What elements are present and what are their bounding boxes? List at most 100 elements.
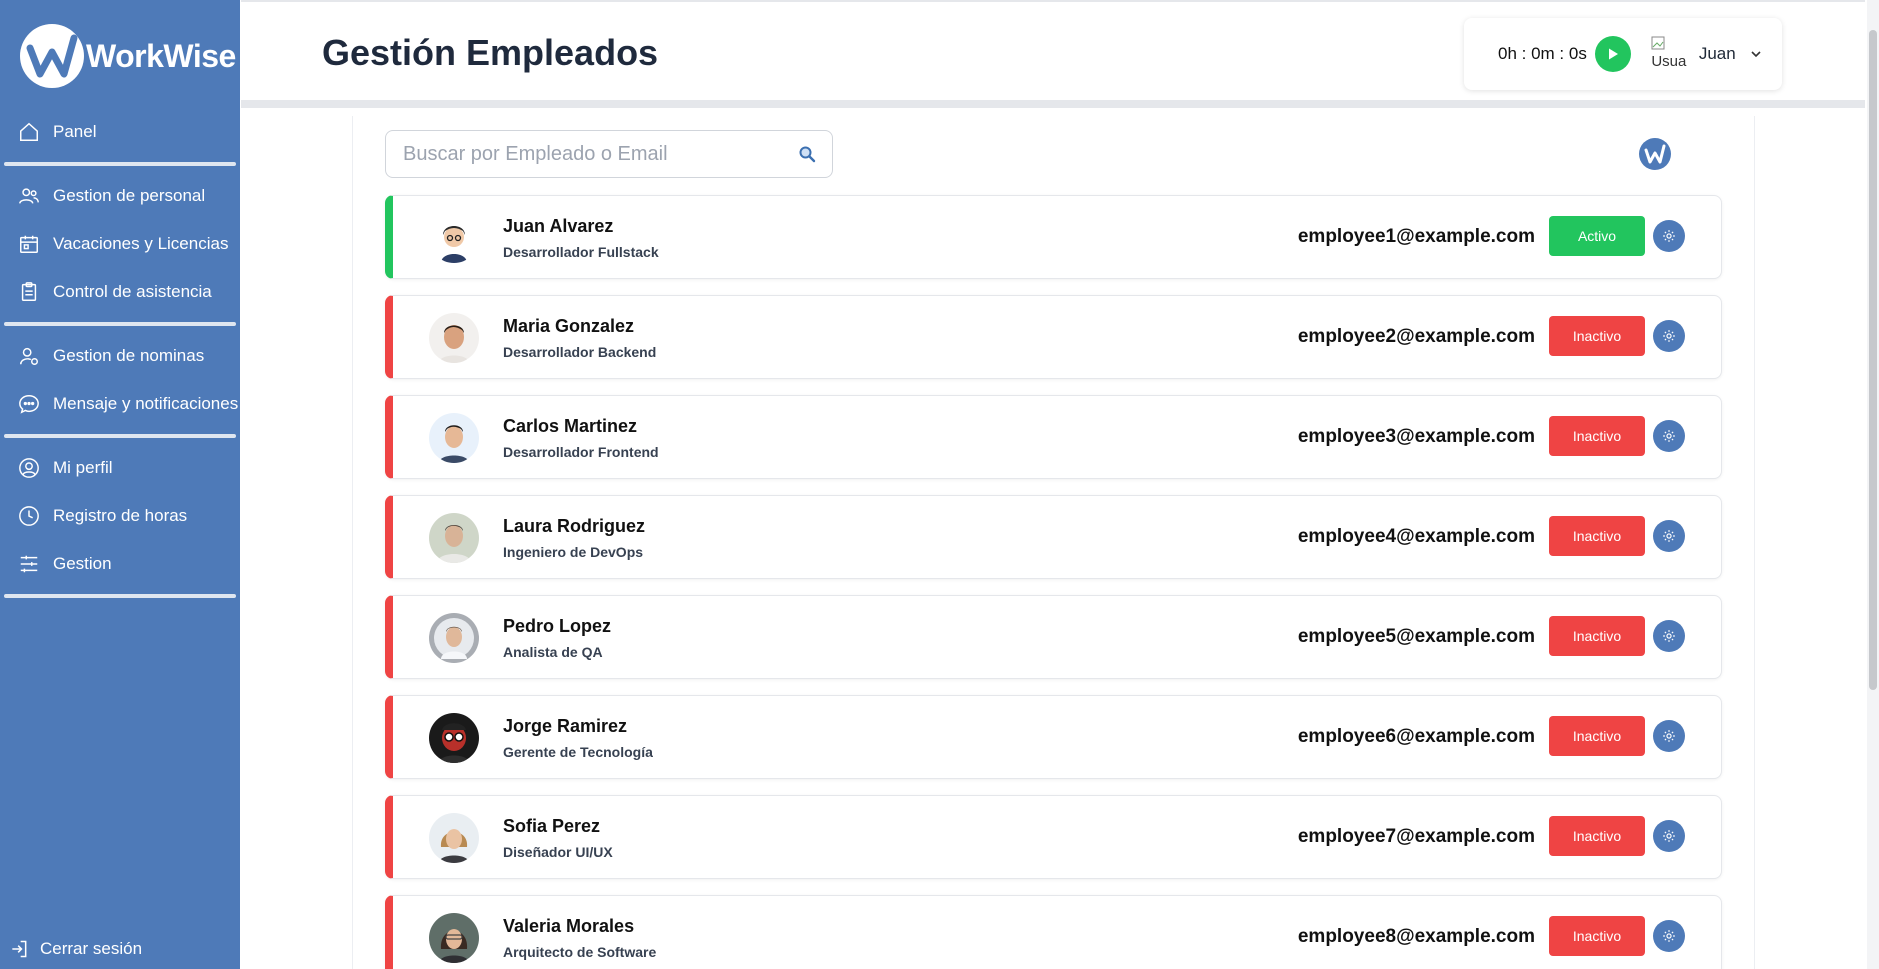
sidebar-item-perfil[interactable]: Mi perfil — [0, 444, 240, 492]
employee-name: Juan Alvarez — [503, 216, 614, 236]
clipboard-icon — [17, 280, 41, 304]
employee-name: Laura Rodriguez — [503, 516, 646, 536]
sidebar-item-personal[interactable]: Gestion de personal — [0, 172, 240, 220]
sidebar-item-nominas[interactable]: Gestion de nominas — [0, 332, 240, 380]
clock-icon — [17, 504, 41, 528]
sidebar-item-label: Gestion — [53, 554, 112, 573]
brand-logo[interactable]: WorkWise — [20, 24, 236, 88]
search-input[interactable] — [403, 142, 783, 166]
sidebar-item-label: Panel — [53, 122, 97, 141]
page-scrollbar[interactable] — [1867, 0, 1879, 969]
employee-name: Pedro Lopez — [503, 616, 612, 636]
settings-button[interactable] — [1653, 920, 1685, 952]
avatar — [429, 713, 479, 763]
gear-icon — [1663, 930, 1675, 942]
sidebar: WorkWise Panel Gestion de personal Vacac… — [0, 0, 240, 969]
top-header: Gestión Empleados 0h : 0m : 0s Usua Juan — [241, 0, 1865, 108]
sidebar-item-panel[interactable]: Panel — [0, 108, 240, 156]
page-title: Gestión Empleados — [322, 32, 659, 73]
status-button[interactable]: Inactivo — [1549, 716, 1645, 756]
sidebar-item-gestion[interactable]: Gestion — [0, 540, 240, 588]
employee-role: Analista de QA — [503, 644, 603, 660]
settings-button[interactable] — [1653, 720, 1685, 752]
employee-email: employee6@example.com — [1297, 726, 1535, 747]
logout-label: Cerrar sesión — [40, 939, 143, 958]
sidebar-item-label: Gestion de nominas — [53, 346, 205, 365]
work-timer: 0h : 0m : 0s — [1498, 44, 1587, 63]
status-button[interactable]: Inactivo — [1549, 516, 1645, 556]
nav-divider — [4, 322, 236, 326]
avatar — [429, 813, 479, 863]
sidebar-item-label: Registro de horas — [53, 506, 188, 525]
settings-button[interactable] — [1653, 220, 1685, 252]
avatar — [429, 513, 479, 563]
list-item[interactable]: Laura Rodriguez Ingeniero de DevOps empl… — [385, 495, 1722, 579]
list-item[interactable]: Jorge Ramirez Gerente de Tecnología empl… — [385, 695, 1722, 779]
employee-email: employee4@example.com — [1297, 526, 1535, 547]
list-item[interactable]: Maria Gonzalez Desarrollador Backend emp… — [385, 295, 1722, 379]
gear-icon — [1663, 730, 1675, 742]
sidebar-item-vacaciones[interactable]: Vacaciones y Licencias — [0, 220, 240, 268]
play-icon — [1608, 48, 1618, 60]
sidebar-item-label: Gestion de personal — [53, 186, 206, 205]
employee-role: Diseñador UI/UX — [503, 844, 613, 860]
gear-icon — [1663, 830, 1675, 842]
status-button[interactable]: Inactivo — [1549, 416, 1645, 456]
gear-icon — [1663, 230, 1675, 242]
list-item[interactable]: Sofia Perez Diseñador UI/UX employee7@ex… — [385, 795, 1722, 879]
list-item[interactable]: Carlos Martinez Desarrollador Frontend e… — [385, 395, 1722, 479]
employee-role: Desarrollador Fullstack — [503, 244, 659, 260]
employee-email: employee5@example.com — [1297, 626, 1535, 647]
gear-icon — [1663, 630, 1675, 642]
logout-icon — [8, 938, 30, 960]
employee-role: Gerente de Tecnología — [503, 744, 653, 760]
gear-icon — [1663, 330, 1675, 342]
status-button[interactable]: Inactivo — [1549, 916, 1645, 956]
sidebar-item-asistencia[interactable]: Control de asistencia — [0, 268, 240, 316]
sidebar-nav: Panel Gestion de personal Vacaciones y L… — [0, 108, 240, 604]
sidebar-item-mensajes[interactable]: Mensaje y notificaciones — [0, 380, 240, 428]
settings-button[interactable] — [1653, 520, 1685, 552]
search-icon[interactable] — [798, 145, 816, 168]
sliders-icon — [17, 552, 41, 576]
nav-divider — [4, 594, 236, 598]
user-toolbar: 0h : 0m : 0s Usua Juan — [1464, 18, 1782, 90]
status-button[interactable]: Inactivo — [1549, 816, 1645, 856]
workwise-logo-icon — [1639, 138, 1671, 170]
status-button[interactable]: Inactivo — [1549, 316, 1645, 356]
nav-divider — [4, 434, 236, 438]
status-button[interactable]: Activo — [1549, 216, 1645, 256]
avatar[interactable]: Usua — [1649, 34, 1689, 74]
user-gear-icon — [17, 344, 41, 368]
gear-icon — [1663, 430, 1675, 442]
sidebar-item-label: Control de asistencia — [53, 282, 212, 301]
list-item[interactable]: Pedro Lopez Analista de QA employee5@exa… — [385, 595, 1722, 679]
employee-email: employee7@example.com — [1297, 826, 1535, 847]
settings-button[interactable] — [1653, 420, 1685, 452]
logout-button[interactable]: Cerrar sesión — [8, 929, 142, 969]
start-timer-button[interactable] — [1594, 36, 1631, 72]
sidebar-item-label: Vacaciones y Licencias — [53, 234, 229, 253]
scrollbar-thumb[interactable] — [1869, 30, 1877, 690]
chat-icon — [17, 392, 41, 416]
employee-name: Sofia Perez — [503, 816, 601, 836]
search-box — [385, 130, 833, 178]
employee-list-panel: Juan Alvarez Desarrollador Fullstack emp… — [352, 116, 1755, 969]
chevron-down-icon[interactable] — [1750, 48, 1762, 60]
settings-button[interactable] — [1653, 820, 1685, 852]
employee-email: employee2@example.com — [1297, 326, 1535, 347]
status-button[interactable]: Inactivo — [1549, 616, 1645, 656]
list-item[interactable]: Juan Alvarez Desarrollador Fullstack emp… — [385, 195, 1722, 279]
avatar-alt-text: Usua — [1651, 52, 1687, 70]
calendar-icon — [17, 232, 41, 256]
list-item[interactable]: Valeria Morales Arquitecto de Software e… — [385, 895, 1722, 969]
sidebar-item-horas[interactable]: Registro de horas — [0, 492, 240, 540]
employee-email: employee8@example.com — [1297, 926, 1535, 947]
broken-image-icon — [1651, 36, 1665, 50]
employee-role: Ingeniero de DevOps — [503, 544, 644, 560]
settings-button[interactable] — [1653, 620, 1685, 652]
gear-icon — [1663, 530, 1675, 542]
settings-button[interactable] — [1653, 320, 1685, 352]
employee-name: Maria Gonzalez — [503, 316, 635, 336]
sidebar-item-label: Mensaje y notificaciones — [53, 394, 239, 413]
